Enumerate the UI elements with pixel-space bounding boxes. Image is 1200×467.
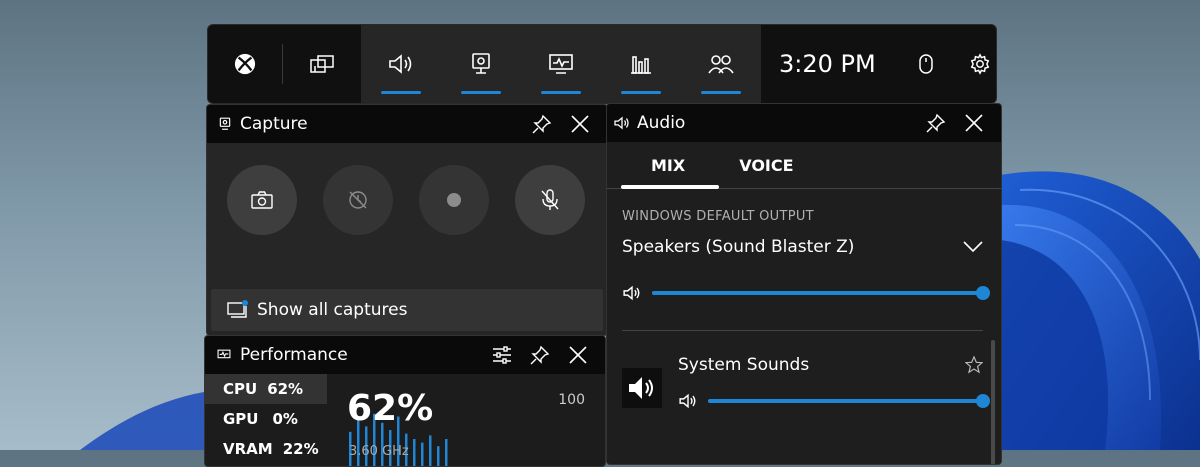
xbox-button[interactable] xyxy=(208,25,282,103)
speaker-icon[interactable] xyxy=(678,393,698,409)
pin-button[interactable] xyxy=(521,336,559,374)
audio-tabs: MIX VOICE xyxy=(607,142,1001,189)
tab-mix[interactable]: MIX xyxy=(621,142,720,189)
performance-icon xyxy=(217,349,231,361)
panel-title: Performance xyxy=(240,345,348,365)
cpu-graph-bar xyxy=(445,439,448,466)
performance-icon xyxy=(548,53,574,75)
close-icon xyxy=(569,346,587,364)
metric-cpu[interactable]: CPU 62% xyxy=(205,374,327,404)
audio-widget: Audio MIX VOICE WINDOWS DEFAULT OUTPUT S… xyxy=(606,103,1002,465)
panel-title: Audio xyxy=(637,113,686,133)
pin-icon xyxy=(530,345,550,365)
metric-value: 22% xyxy=(282,440,319,458)
record-last-disabled-icon xyxy=(347,189,369,211)
metric-label: VRAM xyxy=(223,440,273,458)
cpu-graph: 62% 100 3.60 GHz xyxy=(327,374,605,466)
social-widget-button[interactable] xyxy=(681,25,761,103)
audio-icon xyxy=(387,53,415,75)
cpu-graph-bar xyxy=(437,446,440,466)
camera-icon xyxy=(251,191,273,209)
speaker-icon[interactable] xyxy=(622,285,642,301)
output-section-label: WINDOWS DEFAULT OUTPUT xyxy=(622,209,814,224)
capture-header: Capture xyxy=(207,105,607,143)
metric-value: 62% xyxy=(267,380,304,398)
divider xyxy=(622,330,983,331)
cpu-frequency: 3.60 GHz xyxy=(349,444,409,459)
performance-widget-button[interactable] xyxy=(521,25,601,103)
clock: 3:20 PM xyxy=(779,50,876,78)
pin-button[interactable] xyxy=(917,104,955,142)
cpu-big-value: 62% xyxy=(347,388,434,429)
show-all-captures-button[interactable]: Show all captures xyxy=(211,289,603,331)
output-device-name: Speakers (Sound Blaster Z) xyxy=(622,237,855,257)
app-volume-row: System Sounds xyxy=(622,355,990,409)
record-icon xyxy=(446,192,462,208)
capture-widget: Capture Show all captures xyxy=(206,104,608,336)
pin-icon xyxy=(926,113,946,133)
performance-metric-list: CPU 62% GPU 0% VRAM 22% xyxy=(205,374,327,464)
close-button[interactable] xyxy=(559,336,597,374)
audio-header: Audio xyxy=(607,104,1001,142)
metric-label: GPU xyxy=(223,410,259,428)
cpu-graph-bar xyxy=(413,439,416,466)
close-button[interactable] xyxy=(561,105,599,143)
master-volume-slider[interactable] xyxy=(652,286,990,300)
output-device-dropdown[interactable]: Speakers (Sound Blaster Z) xyxy=(622,237,983,257)
capture-icon xyxy=(471,52,491,76)
record-last-button[interactable] xyxy=(323,165,393,235)
gallery-icon xyxy=(227,300,249,320)
performance-header: Performance xyxy=(205,336,605,374)
scrollbar[interactable] xyxy=(991,340,995,464)
master-volume-row xyxy=(622,285,990,301)
metric-value: 0% xyxy=(272,410,298,428)
app-volume-slider[interactable] xyxy=(708,394,990,408)
show-all-captures-label: Show all captures xyxy=(257,300,408,320)
metric-label: CPU xyxy=(223,380,258,398)
capture-widget-button[interactable] xyxy=(441,25,521,103)
microphone-off-icon xyxy=(540,189,560,211)
cpu-graph-bar xyxy=(421,442,424,466)
audio-widget-button[interactable] xyxy=(361,25,441,103)
sliders-icon xyxy=(492,346,512,364)
metric-gpu[interactable]: GPU 0% xyxy=(205,404,327,434)
capture-icon xyxy=(219,117,231,131)
xbox-icon xyxy=(234,53,256,75)
pin-button[interactable] xyxy=(523,105,561,143)
resources-icon xyxy=(629,53,653,75)
social-icon xyxy=(708,53,734,75)
system-sounds-app-icon xyxy=(622,368,662,408)
widget-menu-button[interactable] xyxy=(283,25,361,103)
audio-icon xyxy=(613,116,631,130)
cpu-graph-bar xyxy=(429,435,432,466)
chevron-down-icon xyxy=(963,241,983,253)
tab-voice[interactable]: VOICE xyxy=(719,142,821,188)
performance-options-button[interactable] xyxy=(483,336,521,374)
graph-max-label: 100 xyxy=(558,392,585,408)
mouse-button[interactable] xyxy=(899,25,953,103)
metric-vram[interactable]: VRAM 22% xyxy=(205,434,327,464)
resources-widget-button[interactable] xyxy=(601,25,681,103)
game-bar-top: 3:20 PM xyxy=(207,24,997,104)
star-icon[interactable] xyxy=(965,356,983,374)
mouse-icon xyxy=(918,53,934,75)
close-button[interactable] xyxy=(955,104,993,142)
slider-thumb[interactable] xyxy=(976,286,990,300)
gear-icon xyxy=(969,53,991,75)
close-icon xyxy=(571,115,589,133)
performance-widget: Performance CPU 62% GPU 0% VRAM 22% 62% … xyxy=(204,335,606,467)
panel-title: Capture xyxy=(240,114,308,134)
pin-icon xyxy=(532,114,552,134)
close-icon xyxy=(965,114,983,132)
app-name: System Sounds xyxy=(678,355,810,375)
slider-thumb[interactable] xyxy=(976,394,990,408)
microphone-toggle-button[interactable] xyxy=(515,165,585,235)
settings-button[interactable] xyxy=(953,25,996,103)
screenshot-button[interactable] xyxy=(227,165,297,235)
start-recording-button[interactable] xyxy=(419,165,489,235)
widget-menu-icon xyxy=(309,53,335,75)
